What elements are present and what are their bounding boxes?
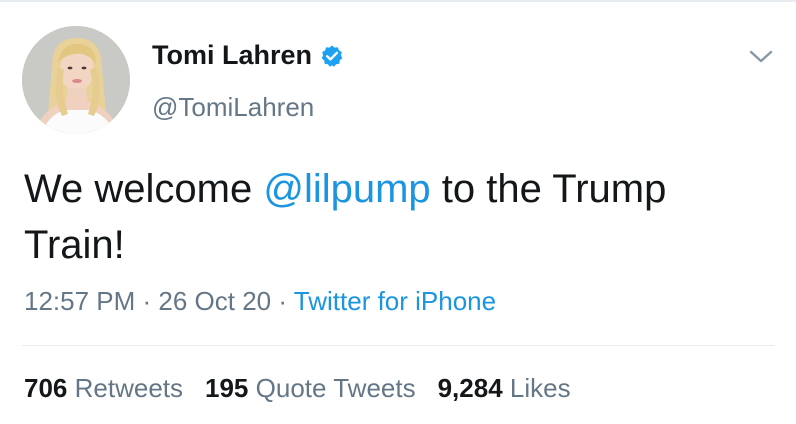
verified-badge-icon	[320, 44, 344, 68]
top-divider	[0, 0, 796, 2]
avatar-image	[22, 26, 130, 134]
quote-tweets-label: Quote Tweets	[255, 373, 416, 403]
likes-label: Likes	[509, 373, 571, 403]
meta-separator: ·	[135, 286, 159, 316]
retweets-label: Retweets	[74, 373, 184, 403]
quote-tweets-count: 195	[205, 373, 249, 403]
likes-count: 9,284	[437, 373, 503, 403]
tweet-source-link[interactable]: Twitter for iPhone	[294, 286, 496, 316]
user-handle[interactable]: @TomiLahren	[152, 92, 314, 123]
tweet-card: Tomi Lahren @TomiLahren We welcome @lilp…	[0, 0, 796, 424]
display-name[interactable]: Tomi Lahren	[152, 40, 344, 71]
tweet-stats: 706 Retweets 195 Quote Tweets 9,284 Likes	[24, 373, 593, 404]
tweet-meta: 12:57 PM · 26 Oct 20 · Twitter for iPhon…	[24, 286, 496, 317]
tweet-date[interactable]: 26 Oct 20	[158, 286, 271, 316]
tweet-text: We welcome @lilpump to the Trump Train!	[24, 161, 764, 273]
avatar[interactable]	[22, 26, 130, 134]
mention-link[interactable]: @lilpump	[263, 167, 430, 211]
tweet-time[interactable]: 12:57 PM	[24, 286, 135, 316]
tweet-text-start: We welcome	[24, 167, 264, 211]
display-name-text: Tomi Lahren	[152, 40, 313, 70]
chevron-down-icon[interactable]	[748, 48, 774, 66]
meta-separator: ·	[271, 286, 294, 316]
quote-tweets-stat[interactable]: 195 Quote Tweets	[205, 373, 416, 404]
retweets-count: 706	[24, 373, 68, 403]
retweets-stat[interactable]: 706 Retweets	[24, 373, 183, 404]
stats-divider	[22, 345, 774, 346]
likes-stat[interactable]: 9,284 Likes	[438, 373, 571, 404]
